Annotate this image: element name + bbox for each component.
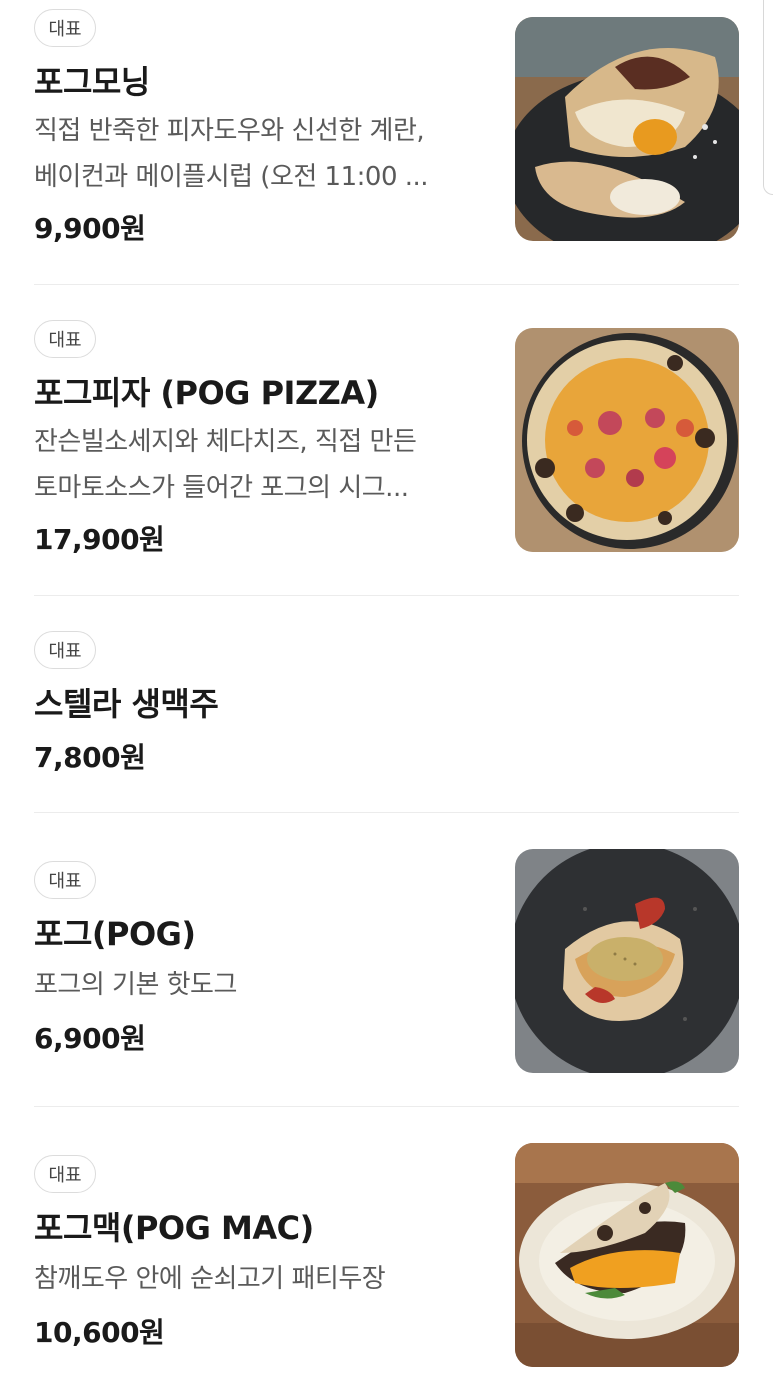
menu-item-description-line-1: 직접 반죽한 피자도우와 신선한 계란,	[34, 116, 425, 146]
burger-photo[interactable]	[515, 1143, 739, 1367]
signature-badge: 대표	[34, 320, 96, 358]
divider	[34, 595, 739, 596]
divider	[34, 812, 739, 813]
menu-item-price: 6,900원	[34, 1022, 146, 1055]
scrollbar[interactable]	[763, 0, 773, 195]
signature-badge: 대표	[34, 9, 96, 47]
menu-item-description-line-1: 잔슨빌소세지와 체다치즈, 직접 만든	[34, 427, 417, 457]
menu-item-description: 참깨도우 안에 순쇠고기 패티두장	[34, 1256, 484, 1302]
menu-item-description-line-1: 참깨도우 안에 순쇠고기 패티두장	[34, 1264, 386, 1294]
menu-item-name: 포그피자 (POG PIZZA)	[34, 374, 379, 412]
menu-item-name: 포그(POG)	[34, 915, 196, 953]
menu-item-name: 스텔라 생맥주	[34, 685, 219, 723]
menu-item-pog-pizza[interactable]: 대표 포그피자 (POG PIZZA) 잔슨빌소세지와 체다치즈, 직접 만든 …	[34, 311, 739, 581]
breakfast-pizza-photo[interactable]	[515, 17, 739, 241]
menu-item-name: 포그모닝	[34, 63, 150, 101]
menu-item-description: 직접 반죽한 피자도우와 신선한 계란, 베이컨과 메이플시럽 (오전 11:0…	[34, 108, 484, 200]
menu-item-price: 9,900원	[34, 212, 146, 245]
menu-item-price: 7,800원	[34, 741, 146, 774]
hotdog-photo[interactable]	[515, 849, 739, 1073]
menu-item-description: 포그의 기본 핫도그	[34, 962, 484, 1008]
menu-item-price: 10,600원	[34, 1316, 165, 1349]
menu-item-pog-morning[interactable]: 대표 포그모닝 직접 반죽한 피자도우와 신선한 계란, 베이컨과 메이플시럽 …	[34, 0, 739, 270]
signature-badge: 대표	[34, 1155, 96, 1193]
menu-item-price: 17,900원	[34, 523, 165, 556]
menu-item-pog-mac[interactable]: 대표 포그맥(POG MAC) 참깨도우 안에 순쇠고기 패티두장 10,600…	[34, 1126, 739, 1376]
menu-item-description-line-1: 포그의 기본 핫도그	[34, 970, 237, 1000]
menu-item-stella-draft-beer[interactable]: 대표 스텔라 생맥주 7,800원	[34, 622, 739, 792]
signature-badge: 대표	[34, 631, 96, 669]
menu-item-name: 포그맥(POG MAC)	[34, 1209, 314, 1247]
signature-badge: 대표	[34, 861, 96, 899]
menu-item-pog-hotdog[interactable]: 대표 포그(POG) 포그의 기본 핫도그 6,900원	[34, 832, 739, 1082]
divider	[34, 284, 739, 285]
pizza-photo[interactable]	[515, 328, 739, 552]
menu-item-description: 잔슨빌소세지와 체다치즈, 직접 만든 토마토소스가 들어간 포그의 시그...	[34, 419, 484, 511]
menu-item-description-line-2: 토마토소스가 들어간 포그의 시그...	[34, 473, 409, 503]
divider	[34, 1106, 739, 1107]
menu-item-description-line-2: 베이컨과 메이플시럽 (오전 11:00 ...	[34, 162, 429, 192]
